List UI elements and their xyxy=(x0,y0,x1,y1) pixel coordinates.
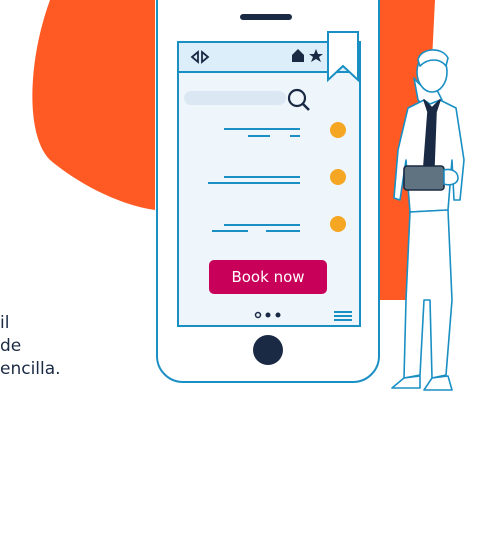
book-now-button[interactable]: Book now xyxy=(209,260,327,294)
side-text-line: il xyxy=(0,313,10,333)
phone-speaker xyxy=(240,14,292,20)
side-text: il de encilla. xyxy=(0,312,110,381)
side-text-line: encilla. xyxy=(0,359,61,379)
list-item-dot xyxy=(330,216,346,232)
list-item-dot xyxy=(330,122,346,138)
orange-blob xyxy=(32,0,155,210)
list-item-dot xyxy=(330,169,346,185)
home-button[interactable] xyxy=(253,335,283,365)
side-text-line: de xyxy=(0,336,22,356)
